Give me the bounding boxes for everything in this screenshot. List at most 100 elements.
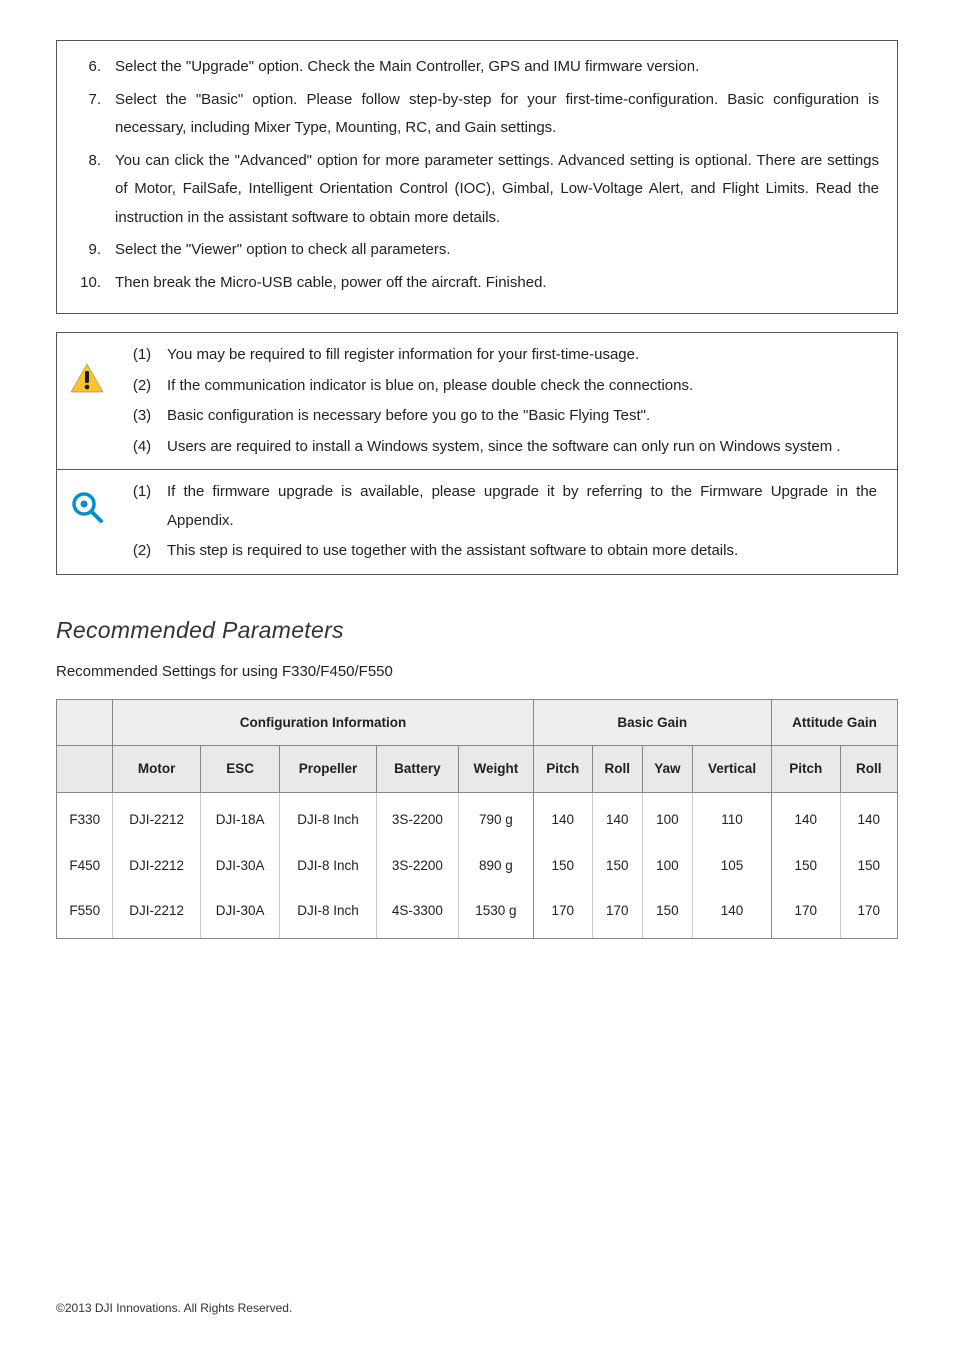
note-number: (2) xyxy=(117,537,167,566)
steps-box: 6. Select the "Upgrade" option. Check th… xyxy=(56,40,898,314)
td: DJI-2212 xyxy=(113,843,200,889)
td-model: F550 xyxy=(57,888,113,938)
note-row: (2) This step is required to use togethe… xyxy=(117,537,883,566)
info-section: (1) If the firmware upgrade is available… xyxy=(57,469,897,574)
step-number: 7. xyxy=(75,86,115,143)
note-text: You may be required to fill register inf… xyxy=(167,341,883,370)
th-blank xyxy=(57,699,113,746)
note-number: (4) xyxy=(117,433,167,462)
td: DJI-30A xyxy=(200,888,280,938)
step-text: Select the "Upgrade" option. Check the M… xyxy=(115,53,879,82)
td: 170 xyxy=(533,888,592,938)
td: 110 xyxy=(693,792,772,842)
step-text: Then break the Micro-USB cable, power of… xyxy=(115,269,879,298)
td: 100 xyxy=(642,792,693,842)
note-text: Basic configuration is necessary before … xyxy=(167,402,883,431)
td: 170 xyxy=(840,888,897,938)
note-number: (2) xyxy=(117,372,167,401)
step-row: 10. Then break the Micro-USB cable, powe… xyxy=(75,269,879,298)
td: 105 xyxy=(693,843,772,889)
td: 150 xyxy=(592,843,642,889)
th: Vertical xyxy=(693,746,772,793)
table-col-header-row: Motor ESC Propeller Battery Weight Pitch… xyxy=(57,746,898,793)
td: 150 xyxy=(840,843,897,889)
step-text: You can click the "Advanced" option for … xyxy=(115,147,879,233)
th: Pitch xyxy=(533,746,592,793)
td: 140 xyxy=(533,792,592,842)
td: 890 g xyxy=(459,843,533,889)
td: DJI-30A xyxy=(200,843,280,889)
td: 150 xyxy=(642,888,693,938)
th: Propeller xyxy=(280,746,376,793)
td: 1530 g xyxy=(459,888,533,938)
td-model: F450 xyxy=(57,843,113,889)
td: 150 xyxy=(533,843,592,889)
eye-icon xyxy=(57,470,117,524)
td: DJI-8 Inch xyxy=(280,792,376,842)
info-body: (1) If the firmware upgrade is available… xyxy=(117,470,897,574)
step-number: 9. xyxy=(75,236,115,265)
table-row: F330 DJI-2212 DJI-18A DJI-8 Inch 3S-2200… xyxy=(57,792,898,842)
td: 3S-2200 xyxy=(376,843,459,889)
td: 170 xyxy=(771,888,840,938)
step-row: 6. Select the "Upgrade" option. Check th… xyxy=(75,53,879,82)
table-row: F450 DJI-2212 DJI-30A DJI-8 Inch 3S-2200… xyxy=(57,843,898,889)
section-heading: Recommended Parameters xyxy=(56,609,898,653)
note-row: (4) Users are required to install a Wind… xyxy=(117,433,883,462)
step-text: Select the "Viewer" option to check all … xyxy=(115,236,879,265)
th: Battery xyxy=(376,746,459,793)
th-model-blank xyxy=(57,746,113,793)
table-row: F550 DJI-2212 DJI-30A DJI-8 Inch 4S-3300… xyxy=(57,888,898,938)
td: 3S-2200 xyxy=(376,792,459,842)
note-row: (2) If the communication indicator is bl… xyxy=(117,372,883,401)
td: 140 xyxy=(771,792,840,842)
th-basic-gain: Basic Gain xyxy=(533,699,771,746)
section-subheading: Recommended Settings for using F330/F450… xyxy=(56,658,898,687)
note-row: (3) Basic configuration is necessary bef… xyxy=(117,402,883,431)
td-model: F330 xyxy=(57,792,113,842)
td: DJI-8 Inch xyxy=(280,843,376,889)
note-text: This step is required to use together wi… xyxy=(167,537,883,566)
th: Pitch xyxy=(771,746,840,793)
th: Weight xyxy=(459,746,533,793)
step-number: 8. xyxy=(75,147,115,233)
note-text: Users are required to install a Windows … xyxy=(167,433,883,462)
td: 140 xyxy=(840,792,897,842)
footer-copyright: ©2013 DJI Innovations. All Rights Reserv… xyxy=(56,1297,292,1320)
th: Yaw xyxy=(642,746,693,793)
warning-icon xyxy=(57,333,117,393)
th-config: Configuration Information xyxy=(113,699,533,746)
td: 100 xyxy=(642,843,693,889)
step-number: 10. xyxy=(75,269,115,298)
parameters-table: Configuration Information Basic Gain Att… xyxy=(56,699,898,939)
note-row: (1) You may be required to fill register… xyxy=(117,341,883,370)
note-number: (3) xyxy=(117,402,167,431)
note-number: (1) xyxy=(117,341,167,370)
td: 140 xyxy=(592,792,642,842)
table-group-header-row: Configuration Information Basic Gain Att… xyxy=(57,699,898,746)
note-number: (1) xyxy=(117,478,167,535)
warning-section: (1) You may be required to fill register… xyxy=(57,333,897,469)
th: ESC xyxy=(200,746,280,793)
td: DJI-18A xyxy=(200,792,280,842)
td: DJI-8 Inch xyxy=(280,888,376,938)
td: 140 xyxy=(693,888,772,938)
td: DJI-2212 xyxy=(113,792,200,842)
step-row: 7. Select the "Basic" option. Please fol… xyxy=(75,86,879,143)
th: Roll xyxy=(592,746,642,793)
th-attitude-gain: Attitude Gain xyxy=(771,699,897,746)
page: 6. Select the "Upgrade" option. Check th… xyxy=(0,0,954,1354)
th: Motor xyxy=(113,746,200,793)
warning-body: (1) You may be required to fill register… xyxy=(117,333,897,469)
th: Roll xyxy=(840,746,897,793)
notes-box: (1) You may be required to fill register… xyxy=(56,332,898,575)
note-row: (1) If the firmware upgrade is available… xyxy=(117,478,883,535)
note-text: If the firmware upgrade is available, pl… xyxy=(167,478,883,535)
step-number: 6. xyxy=(75,53,115,82)
td: DJI-2212 xyxy=(113,888,200,938)
td: 170 xyxy=(592,888,642,938)
step-text: Select the "Basic" option. Please follow… xyxy=(115,86,879,143)
step-row: 9. Select the "Viewer" option to check a… xyxy=(75,236,879,265)
td: 150 xyxy=(771,843,840,889)
td: 4S-3300 xyxy=(376,888,459,938)
